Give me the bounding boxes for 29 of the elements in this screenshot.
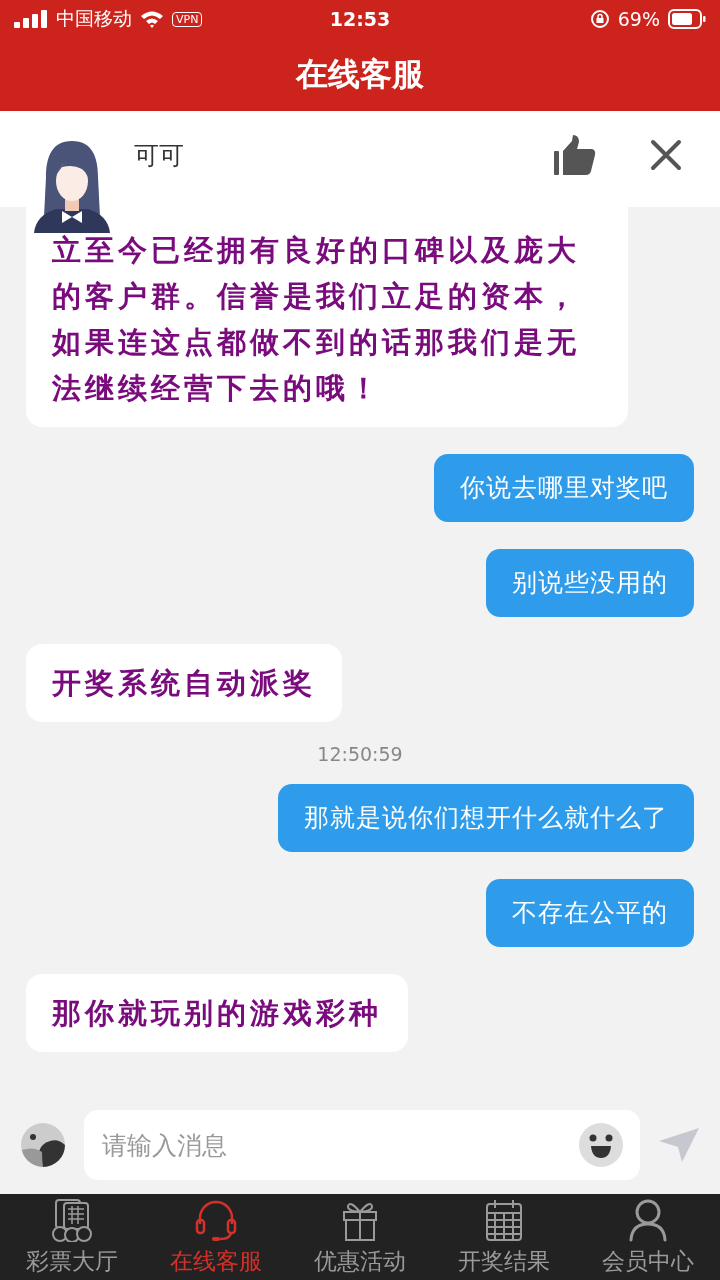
tab[interactable]: 会员中心 [576, 1194, 720, 1280]
message-input[interactable]: 请输入消息 [84, 1110, 640, 1180]
emoji-icon[interactable] [578, 1122, 624, 1168]
received-message: 开奖系统自动派奖 [26, 644, 342, 722]
wifi-icon [140, 10, 164, 28]
battery-percent: 69% [617, 8, 660, 30]
lottery-icon [50, 1197, 94, 1242]
tab[interactable]: 彩票大厅 [0, 1194, 144, 1280]
received-message: 那你就玩别的游戏彩种 [26, 974, 408, 1052]
sent-message: 那就是说你们想开什么就什么了 [278, 784, 694, 852]
carrier-name: 中国移动 [56, 6, 132, 31]
clock: 12:53 [329, 8, 391, 30]
agent-name: 可可 [134, 139, 184, 172]
sent-message: 你说去哪里对奖吧 [434, 454, 694, 522]
sent-message: 不存在公平的 [486, 879, 694, 947]
battery-icon [668, 9, 706, 29]
tab[interactable]: 开奖结果 [432, 1194, 576, 1280]
tab[interactable]: 优惠活动 [288, 1194, 432, 1280]
message-timestamp: 12:50:59 [317, 743, 403, 765]
signal-icon [14, 10, 48, 28]
close-icon[interactable] [650, 139, 682, 171]
received-message: 立至今已经拥有良好的口碑以及庞大的客户群。信誉是我们立足的资本，如果连这点都做不到的话那我们是无法继续经营下去的哦！ [26, 207, 628, 427]
rotation-lock-icon [589, 9, 610, 29]
page-title: 在线客服 [296, 53, 424, 95]
vpn-badge: VPN [172, 11, 203, 27]
sent-message: 别说些没用的 [486, 549, 694, 617]
thumbs-up-icon[interactable] [554, 135, 596, 175]
image-icon[interactable] [20, 1122, 66, 1168]
tab[interactable]: 在线客服 [144, 1194, 288, 1280]
